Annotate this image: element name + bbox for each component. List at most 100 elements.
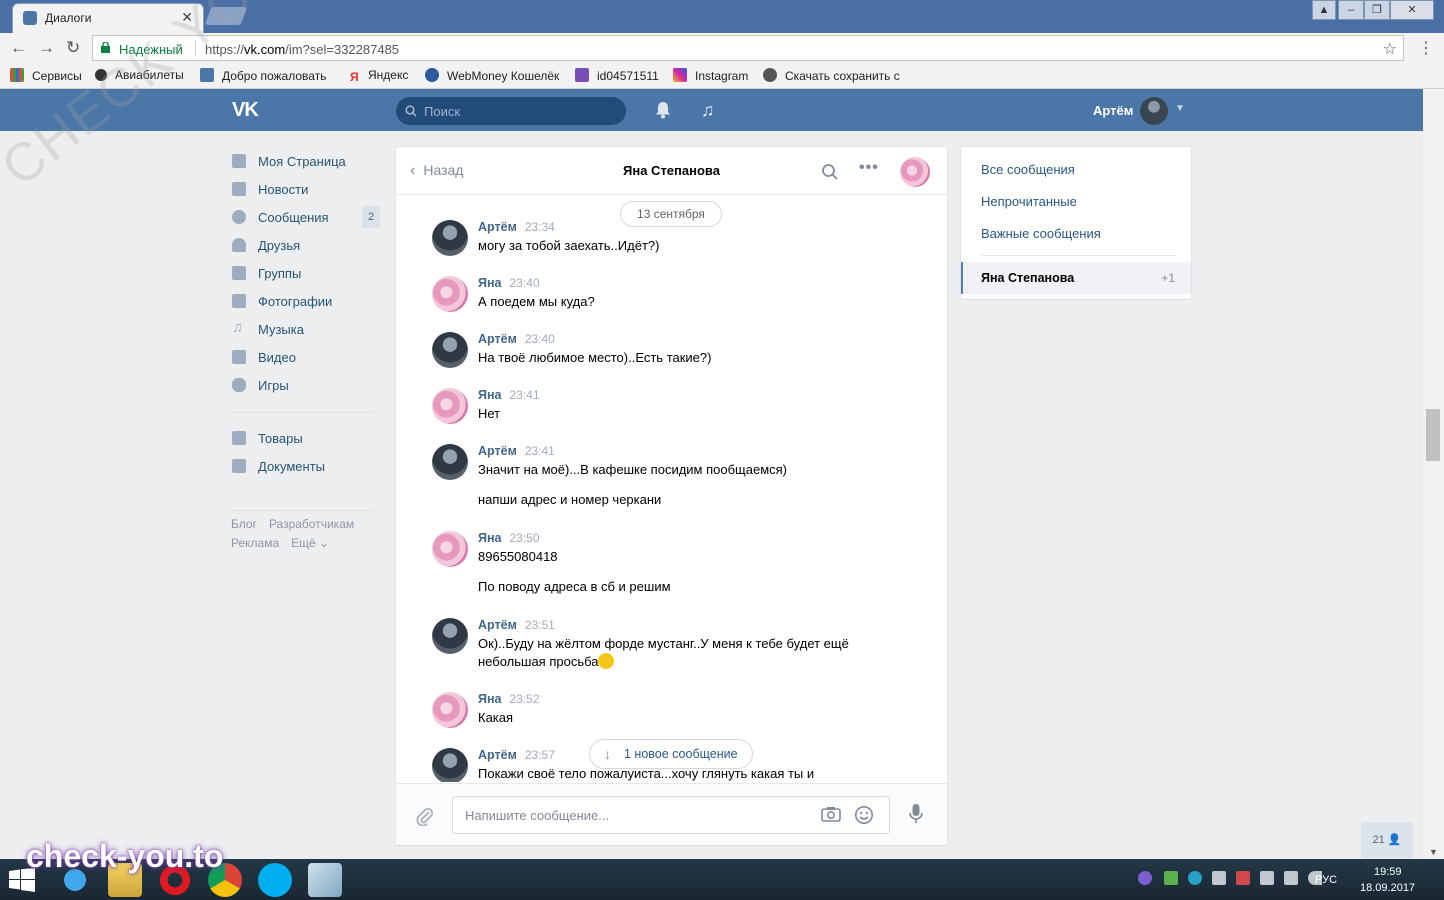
chat-partner-avatar[interactable] bbox=[900, 157, 930, 187]
filter-important[interactable]: Важные сообщения bbox=[981, 226, 1101, 241]
tab-close-icon[interactable]: ✕ bbox=[181, 9, 193, 26]
maximize-icon[interactable]: ❐ bbox=[1364, 0, 1390, 20]
bookmark-download[interactable]: Скачать сохранить с bbox=[763, 68, 900, 83]
message-author[interactable]: Артём 23:34 bbox=[478, 220, 555, 234]
chevron-down-icon[interactable]: ▼ bbox=[1175, 103, 1185, 114]
sidebar-item-market[interactable]: Товары bbox=[230, 427, 380, 455]
filter-all-messages[interactable]: Все сообщения bbox=[981, 162, 1075, 177]
message-author[interactable]: Артём 23:57 bbox=[478, 748, 555, 762]
new-tab-button[interactable] bbox=[204, 7, 248, 25]
message-time: 23:57 bbox=[524, 748, 555, 762]
browser-tab[interactable]: Диалоги ✕ bbox=[12, 3, 204, 33]
bookmark-avia[interactable]: Авиабилеты bbox=[95, 68, 184, 82]
message-author[interactable]: Яна 23:52 bbox=[478, 692, 540, 706]
page-scrollbar[interactable]: ▼ bbox=[1423, 89, 1444, 859]
url-text[interactable]: https://vk.com/im?sel=332287485 bbox=[205, 42, 399, 57]
tray-app-icon[interactable] bbox=[1164, 871, 1178, 885]
skype-icon[interactable] bbox=[258, 863, 292, 897]
bookmark-instagram[interactable]: Instagram bbox=[673, 68, 748, 83]
avatar[interactable] bbox=[432, 618, 468, 654]
clock-time[interactable]: 19:59 bbox=[1374, 866, 1402, 878]
music-note-icon[interactable]: ♫ bbox=[701, 100, 715, 121]
message-author[interactable]: Артём 23:51 bbox=[478, 618, 555, 632]
sidebar-item-my-page[interactable]: Моя Страница bbox=[230, 150, 380, 178]
sidebar-item-music[interactable]: ♫ Музыка bbox=[230, 318, 380, 346]
viber-icon[interactable] bbox=[1138, 871, 1152, 885]
message-author[interactable]: Артём 23:40 bbox=[478, 332, 555, 346]
filter-active-dialog[interactable]: Яна Степанова +1 bbox=[961, 262, 1191, 294]
footer-link-more[interactable]: Ещё ⌄ bbox=[291, 536, 329, 550]
footer-link-blog[interactable]: Блог bbox=[231, 517, 257, 531]
avatar[interactable] bbox=[432, 332, 468, 368]
paperclip-icon[interactable] bbox=[416, 806, 434, 826]
message-author[interactable]: Яна 23:40 bbox=[478, 276, 540, 290]
smile-icon[interactable] bbox=[854, 805, 874, 825]
avatar[interactable] bbox=[432, 531, 468, 567]
back-arrow-icon[interactable]: ← bbox=[10, 38, 27, 58]
minimize-icon[interactable]: – bbox=[1338, 0, 1364, 20]
network-icon[interactable] bbox=[1212, 871, 1226, 885]
scroll-down-icon[interactable]: ▼ bbox=[1429, 847, 1438, 857]
avatar[interactable] bbox=[432, 748, 468, 782]
bookmark-yandex[interactable]: Я Яндекс bbox=[350, 68, 408, 84]
message-history[interactable]: 13 сентября Артём 23:34 могу за тобой зае… bbox=[396, 196, 947, 782]
vk-logo[interactable]: VK bbox=[232, 99, 259, 122]
notepad-icon[interactable] bbox=[308, 863, 342, 897]
search-input[interactable]: Поиск bbox=[396, 97, 626, 125]
reload-icon[interactable]: ↻ bbox=[66, 38, 80, 58]
sidebar-item-groups[interactable]: Группы bbox=[230, 262, 380, 290]
window-close-icon[interactable]: ✕ bbox=[1390, 0, 1434, 20]
browser-menu-icon[interactable]: ⋮ bbox=[1418, 38, 1434, 58]
bookmark-vk[interactable]: Добро пожаловать bbox=[200, 68, 326, 83]
address-bar[interactable]: Надежный https://vk.com/im?sel=332287485… bbox=[92, 35, 1404, 61]
message-author[interactable]: Яна 23:41 bbox=[478, 388, 540, 402]
message-author[interactable]: Яна 23:50 bbox=[478, 531, 540, 545]
user-avatar[interactable] bbox=[1140, 97, 1168, 125]
sidebar-item-documents[interactable]: Документы bbox=[230, 455, 380, 483]
clock-date[interactable]: 18.09.2017 bbox=[1360, 882, 1415, 894]
file-explorer-icon[interactable] bbox=[108, 863, 142, 897]
tools-icon[interactable] bbox=[1260, 871, 1274, 885]
tray-alert-icon[interactable] bbox=[1236, 871, 1250, 885]
avatar[interactable] bbox=[432, 388, 468, 424]
message-time: 23:52 bbox=[509, 692, 540, 706]
avatar[interactable] bbox=[432, 444, 468, 480]
scrollbar-thumb[interactable] bbox=[1426, 409, 1440, 461]
forward-arrow-icon[interactable]: → bbox=[38, 38, 55, 58]
filter-unread[interactable]: Непрочитанные bbox=[981, 194, 1077, 209]
search-icon[interactable] bbox=[821, 163, 839, 181]
sidebar-item-games[interactable]: Игры bbox=[230, 374, 380, 402]
avatar[interactable] bbox=[432, 276, 468, 312]
internet-explorer-icon[interactable] bbox=[58, 863, 92, 897]
footer-link-developers[interactable]: Разработчикам bbox=[269, 517, 354, 531]
more-icon[interactable]: ••• bbox=[859, 159, 879, 177]
chrome-icon[interactable] bbox=[208, 863, 242, 897]
bookmark-webmoney[interactable]: WebMoney Кошелёк bbox=[425, 68, 559, 83]
bookmark-id[interactable]: id04571511 bbox=[575, 68, 659, 83]
sidebar-item-friends[interactable]: Друзья bbox=[230, 234, 380, 262]
person-icon: 👤 bbox=[1387, 834, 1402, 846]
language-indicator[interactable]: РУС bbox=[1315, 874, 1337, 886]
footer-link-ads[interactable]: Реклама bbox=[231, 536, 279, 550]
bookmark-star-icon[interactable]: ☆ bbox=[1383, 39, 1397, 59]
microphone-icon[interactable] bbox=[908, 803, 924, 825]
profile-icon[interactable]: ▲ bbox=[1312, 0, 1336, 20]
windows-start-icon[interactable] bbox=[8, 868, 36, 892]
sidebar-item-news[interactable]: Новости bbox=[230, 178, 380, 206]
sidebar-item-messages[interactable]: Сообщения 2 bbox=[230, 206, 380, 234]
user-name[interactable]: Артём bbox=[1093, 103, 1133, 118]
avatar[interactable] bbox=[432, 692, 468, 728]
back-button[interactable]: ‹ Назад bbox=[410, 162, 463, 180]
bell-icon[interactable] bbox=[655, 101, 671, 119]
avatar[interactable] bbox=[432, 220, 468, 256]
message-author[interactable]: Артём 23:41 bbox=[478, 444, 555, 458]
tray-e-icon[interactable] bbox=[1188, 871, 1202, 885]
camera-icon[interactable] bbox=[821, 806, 841, 822]
opera-icon[interactable] bbox=[158, 863, 192, 897]
sidebar-item-photos[interactable]: Фотографии bbox=[230, 290, 380, 318]
new-message-button[interactable]: ↓ 1 новое сообщение bbox=[589, 739, 753, 769]
monitor-icon[interactable] bbox=[1284, 871, 1298, 885]
online-friends-widget[interactable]: 21 👤 bbox=[1361, 822, 1413, 858]
bookmark-services[interactable]: Сервисы bbox=[10, 68, 82, 83]
sidebar-item-video[interactable]: Видео bbox=[230, 346, 380, 374]
